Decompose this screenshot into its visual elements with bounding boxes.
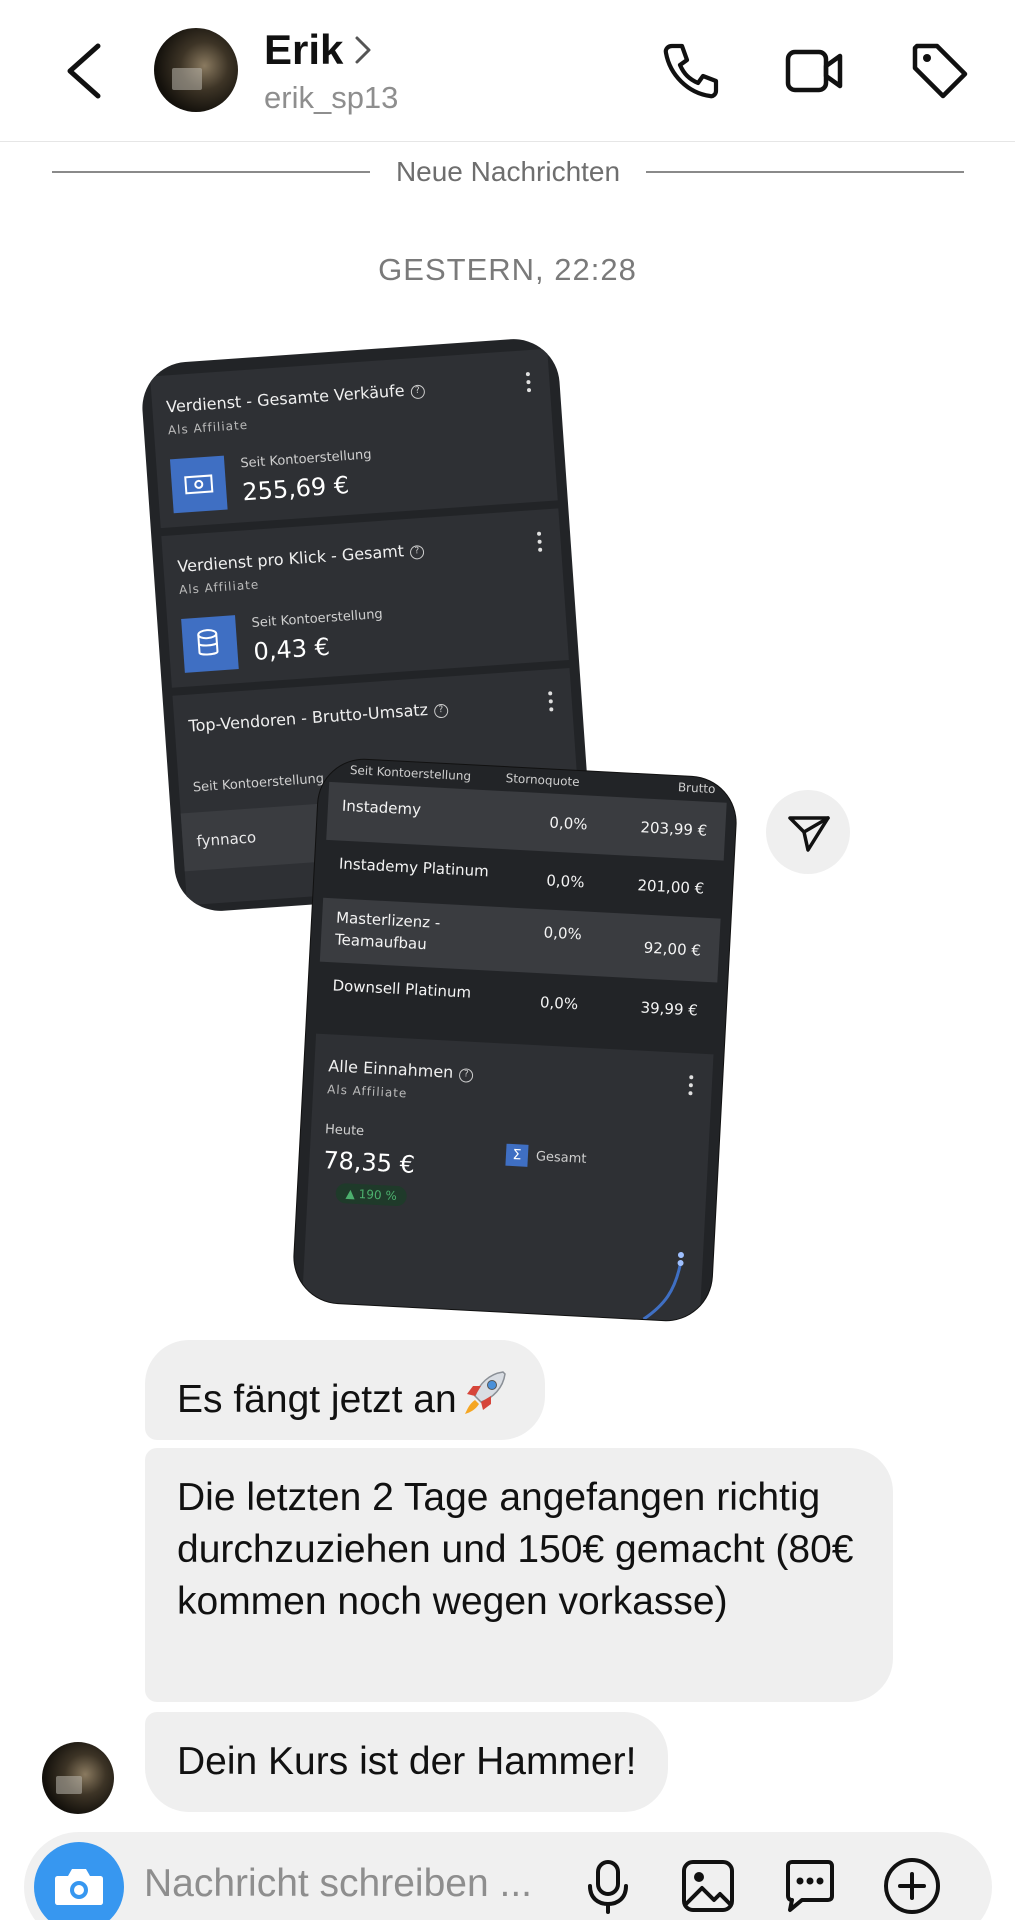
- shared-image-revenue-table[interactable]: Seit Kontoerstellung Stornoquote Brutto …: [292, 757, 738, 1323]
- all-earnings-card: Alle Einnahmen? Als Affiliate Heute 78,3…: [302, 1033, 714, 1323]
- period-label: Heute: [324, 1122, 365, 1140]
- contact-name[interactable]: Erik: [264, 26, 343, 74]
- more-icon: [547, 691, 554, 712]
- storno-value: 0,0%: [543, 923, 583, 944]
- rocket-emoji-icon: [464, 1371, 506, 1414]
- sticker-icon[interactable]: [778, 1854, 842, 1918]
- more-icon: [525, 372, 532, 393]
- video-icon[interactable]: [782, 38, 848, 104]
- contact-avatar[interactable]: [154, 28, 238, 112]
- plus-icon[interactable]: [880, 1854, 944, 1918]
- chat-header: Erik erik_sp13: [0, 0, 1015, 142]
- earnings-value: 78,35 €: [322, 1146, 416, 1179]
- gallery-icon[interactable]: [676, 1854, 740, 1918]
- message-bubble[interactable]: Es fängt jetzt an: [145, 1340, 545, 1440]
- help-icon: ?: [410, 384, 426, 400]
- more-icon: [536, 531, 543, 552]
- brutto-value: 92,00 €: [643, 938, 702, 960]
- column-period: Seit Kontoerstellung: [349, 762, 472, 784]
- product-name: Instademy: [341, 796, 422, 819]
- divider-label: Neue Nachrichten: [395, 156, 621, 187]
- card-value: 0,43 €: [252, 632, 331, 666]
- help-icon: ?: [458, 1068, 474, 1083]
- card-title: Top-Vendoren - Brutto-Umsatz: [187, 699, 429, 736]
- vendor-name: fynnaco: [196, 828, 257, 851]
- phone-icon[interactable]: [658, 38, 724, 104]
- help-icon: ?: [409, 544, 425, 560]
- storno-value: 0,0%: [539, 993, 579, 1014]
- send-icon: [788, 816, 830, 852]
- column-storno: Stornoquote: [505, 771, 580, 790]
- card-title: Verdienst pro Klick - Gesamt: [176, 541, 405, 577]
- message-composer: Nachricht schreiben ...: [24, 1832, 992, 1920]
- brutto-value: 39,99 €: [640, 998, 699, 1020]
- back-icon[interactable]: [56, 38, 112, 104]
- chevron-right-icon[interactable]: [352, 34, 374, 66]
- card-caption: Seit Kontoerstellung: [192, 771, 325, 796]
- trend-line-icon: [642, 1251, 684, 1321]
- tag-icon[interactable]: [907, 38, 973, 104]
- card-subtitle: Als Affiliate: [178, 577, 260, 598]
- earnings-per-click-card: Verdienst pro Klick - Gesamt? Als Affili…: [161, 508, 569, 688]
- column-brutto: Brutto: [677, 780, 716, 797]
- help-icon: ?: [433, 703, 449, 719]
- storno-value: 0,0%: [548, 813, 588, 834]
- camera-icon: [55, 1869, 103, 1905]
- message-timestamp: GESTERN, 22:28: [378, 252, 637, 287]
- camera-button[interactable]: [34, 1842, 124, 1920]
- microphone-icon[interactable]: [576, 1854, 640, 1918]
- more-icon: [687, 1075, 694, 1096]
- divider-line: [52, 171, 370, 173]
- card-title: Verdienst - Gesamte Verkäufe: [165, 380, 406, 417]
- brutto-value: 203,99 €: [640, 818, 708, 840]
- card-value: 255,69 €: [241, 470, 351, 507]
- card-caption: Seit Kontoerstellung: [239, 447, 373, 472]
- brutto-value: 201,00 €: [637, 876, 705, 898]
- change-badge: ▲ 190 %: [335, 1182, 408, 1207]
- card-subtitle: Als Affiliate: [167, 417, 249, 438]
- sigma-icon: Σ: [505, 1143, 529, 1167]
- card-caption: Seit Kontoerstellung: [251, 606, 384, 632]
- divider-line: [646, 171, 964, 173]
- share-button[interactable]: [766, 790, 850, 874]
- database-icon: [181, 615, 239, 673]
- message-bubble[interactable]: Die letzten 2 Tage angefangen richtig du…: [145, 1448, 893, 1702]
- product-name: Downsell Platinum: [332, 976, 472, 1002]
- sender-avatar[interactable]: [42, 1742, 114, 1814]
- contact-handle[interactable]: erik_sp13: [264, 80, 398, 116]
- product-name: Masterlizenz - Teamaufbau: [334, 908, 441, 954]
- product-name: Instademy Platinum: [338, 854, 490, 881]
- message-bubble[interactable]: Dein Kurs ist der Hammer!: [145, 1712, 669, 1812]
- earnings-total-card: Verdienst - Gesamte Verkäufe? Als Affili…: [150, 348, 558, 529]
- legend-label: Gesamt: [535, 1149, 587, 1167]
- new-messages-divider: Neue Nachrichten: [52, 152, 964, 192]
- message-text: Die letzten 2 Tage angefangen richtig du…: [177, 1476, 854, 1623]
- card-subtitle: Als Affiliate: [326, 1082, 408, 1101]
- cash-icon: [169, 455, 228, 514]
- message-text: Es fängt jetzt an: [177, 1378, 457, 1421]
- message-input[interactable]: Nachricht schreiben ...: [144, 1862, 532, 1906]
- message-text: Dein Kurs ist der Hammer!: [177, 1740, 637, 1783]
- storno-value: 0,0%: [545, 871, 585, 892]
- card-title: Alle Einnahmen: [327, 1056, 454, 1082]
